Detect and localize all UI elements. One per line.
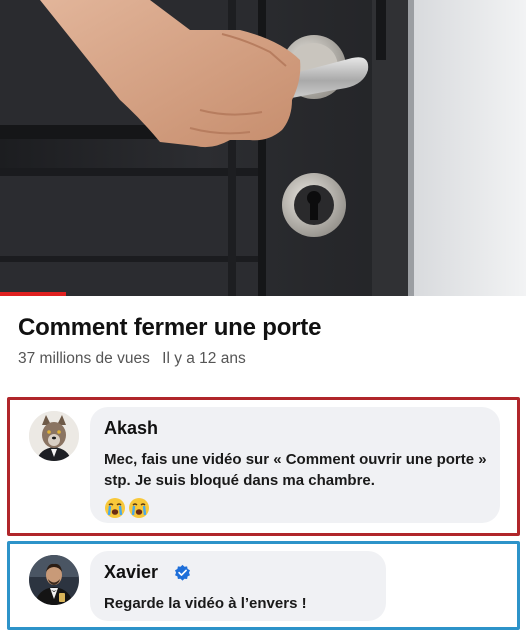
upload-age: Il y a 12 ans (162, 350, 246, 367)
comment-bubble: Akash Mec, fais une vidéo sur « Comment … (90, 407, 500, 523)
crying-face-icon (105, 498, 125, 518)
crying-face-icon (129, 498, 149, 518)
video-title[interactable]: Comment fermer une porte (18, 314, 321, 342)
wolf-avatar-icon (29, 411, 79, 461)
comment-akash: Akash Mec, fais une vidéo sur « Comment … (7, 397, 520, 536)
door-handle-image (0, 0, 526, 296)
avatar-xavier[interactable] (29, 555, 79, 605)
view-count: 37 millions de vues (18, 350, 150, 367)
verified-badge-icon (175, 564, 190, 581)
comment-author[interactable]: Akash (104, 418, 158, 439)
avatar-akash[interactable] (29, 411, 79, 461)
video-info: Comment fermer une porte 37 millions de … (0, 296, 526, 392)
comment-text: Mec, fais une vidéo sur « Comment ouvrir… (104, 451, 487, 489)
video-thumbnail[interactable] (0, 0, 526, 296)
comment-xavier: Xavier Regarde la vidéo à l’envers ! (7, 541, 520, 630)
comment-bubble: Xavier Regarde la vidéo à l’envers ! (90, 551, 386, 621)
comment-text: Regarde la vidéo à l’envers ! (104, 595, 307, 612)
video-meta: 37 millions de vues Il y a 12 ans (18, 350, 246, 368)
comment-emojis (104, 497, 150, 519)
comment-author[interactable]: Xavier (104, 562, 158, 583)
man-in-tuxedo-avatar-icon (29, 555, 79, 605)
